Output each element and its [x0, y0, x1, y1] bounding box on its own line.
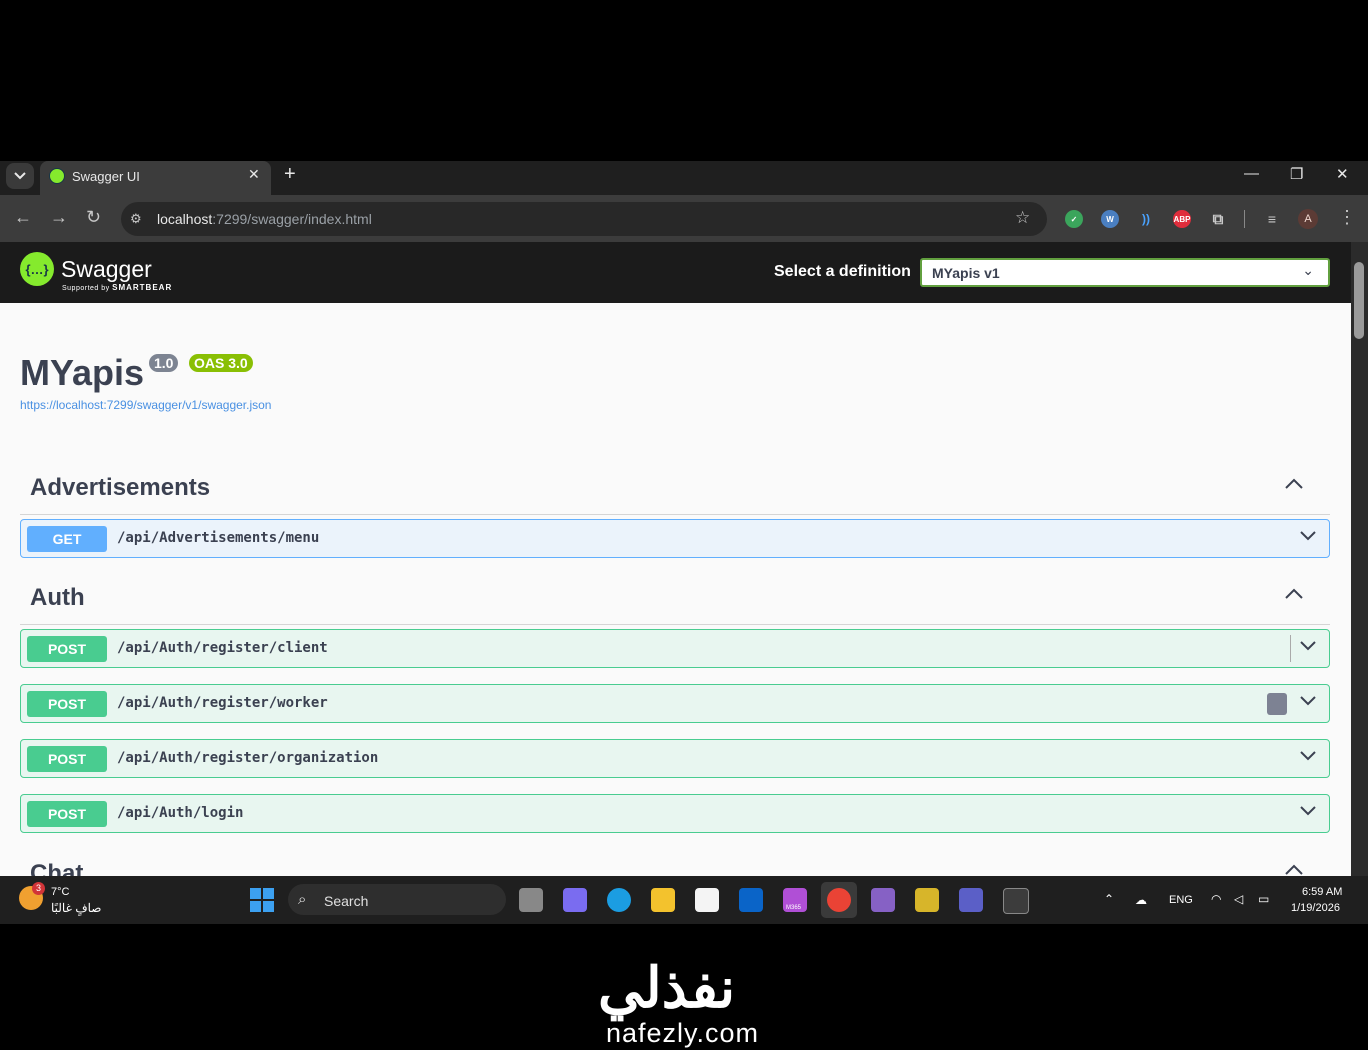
media-queue-icon[interactable]: ≡: [1263, 210, 1281, 228]
volume-icon[interactable]: ◁: [1234, 892, 1243, 906]
file-explorer-icon[interactable]: [651, 888, 675, 912]
operation-path: /api/Auth/register/organization: [117, 750, 379, 766]
swagger-page: {…} Swagger Supported by SMARTBEAR Selec…: [0, 242, 1351, 876]
weather-temperature[interactable]: 7°C: [51, 886, 69, 898]
translate-extension-icon[interactable]: W: [1101, 210, 1119, 228]
new-tab-button[interactable]: +: [284, 163, 296, 186]
window-close-icon[interactable]: ✕: [1336, 165, 1349, 183]
chevron-up-icon: [1285, 478, 1303, 489]
chevron-down-icon[interactable]: [1299, 530, 1317, 542]
version-badge: 1.0: [149, 354, 179, 372]
divider: [1290, 635, 1291, 662]
tag-title: Auth: [30, 584, 85, 611]
taskbar-search-placeholder: Search: [324, 893, 369, 909]
restore-icon[interactable]: ❐: [1290, 165, 1303, 183]
spec-url-link[interactable]: https://localhost:7299/swagger/v1/swagge…: [20, 398, 271, 412]
chevron-up-icon: [1285, 864, 1303, 875]
toolbar-separator: [1244, 210, 1245, 228]
tag-section-auth[interactable]: Auth: [20, 574, 1330, 625]
bookmark-star-icon[interactable]: ☆: [1015, 208, 1030, 228]
chevron-down-icon[interactable]: [1299, 640, 1317, 652]
operation-path: /api/Auth/login: [117, 805, 244, 821]
search-icon: ⌕: [298, 891, 307, 908]
forward-arrow-icon[interactable]: →: [50, 207, 68, 228]
method-badge: GET: [27, 526, 107, 552]
operation-post-register-organization[interactable]: POST /api/Auth/register/organization: [20, 739, 1330, 778]
watermark-arabic-logo: نفذلي: [598, 956, 736, 1019]
chevron-down-icon[interactable]: [1299, 695, 1317, 707]
reload-icon[interactable]: ↻: [86, 207, 101, 228]
shield-extension-icon[interactable]: ✓: [1065, 210, 1083, 228]
scrollbar-thumb[interactable]: [1354, 262, 1364, 339]
language-indicator[interactable]: ENG: [1169, 894, 1193, 906]
chevron-down-icon[interactable]: [1299, 750, 1317, 762]
profile-avatar[interactable]: A: [1298, 209, 1318, 229]
clock-date[interactable]: 1/19/2026: [1291, 902, 1340, 914]
battery-icon[interactable]: ▭: [1258, 892, 1269, 906]
url-text[interactable]: localhost:7299/swagger/index.html: [157, 211, 372, 227]
tab-title: Swagger UI: [72, 169, 140, 184]
chevron-up-icon: [1285, 588, 1303, 599]
back-arrow-icon[interactable]: ←: [14, 207, 32, 228]
weather-badge: 3: [32, 882, 45, 895]
tab-search-button[interactable]: [6, 163, 34, 189]
site-info-icon[interactable]: ⚙: [130, 211, 142, 227]
copilot-icon[interactable]: [563, 888, 587, 912]
tab-close-icon[interactable]: ✕: [248, 166, 260, 183]
outlook-icon[interactable]: [739, 888, 763, 912]
tag-section-advertisements[interactable]: Advertisements: [20, 464, 1330, 515]
onedrive-offline-icon[interactable]: ☁: [1135, 893, 1147, 907]
teams-icon[interactable]: [959, 888, 983, 912]
tag-title: Chat: [30, 860, 84, 876]
definition-select-value: MYapis v1: [932, 265, 1000, 281]
method-badge: POST: [27, 746, 107, 772]
swagger-topbar: {…} Swagger Supported by SMARTBEAR Selec…: [0, 242, 1351, 303]
chevron-down-icon: ⌄: [1302, 262, 1314, 278]
oas-badge: OAS 3.0: [189, 354, 253, 372]
m365-label: M365: [786, 905, 802, 911]
visual-studio-icon[interactable]: [871, 888, 895, 912]
copy-to-clipboard-icon[interactable]: [1267, 693, 1287, 715]
definition-select[interactable]: MYapis v1 ⌄: [920, 258, 1330, 287]
microsoft-store-icon[interactable]: [695, 888, 719, 912]
terminal-icon[interactable]: [1003, 888, 1029, 914]
method-badge: POST: [27, 691, 107, 717]
tag-title: Advertisements: [30, 474, 211, 501]
operation-path: /api/Advertisements/menu: [117, 530, 320, 546]
operation-post-login[interactable]: POST /api/Auth/login: [20, 794, 1330, 833]
weather-condition[interactable]: صافٍ غالبًا: [51, 901, 101, 915]
chrome-icon: [827, 888, 851, 912]
show-hidden-icons-chevron-icon[interactable]: ⌃: [1104, 892, 1114, 906]
edge-icon[interactable]: [607, 888, 631, 912]
wifi-icon[interactable]: ◠: [1211, 892, 1221, 906]
swagger-brand: Swagger: [61, 256, 152, 282]
operation-post-register-client[interactable]: POST /api/Auth/register/client: [20, 629, 1330, 668]
watermark-latin-logo: nafezly.com: [606, 1018, 760, 1048]
api-title: MYapis: [20, 352, 145, 393]
swagger-favicon-icon: [49, 168, 65, 184]
minimize-icon[interactable]: —: [1244, 165, 1259, 182]
windows-start-icon[interactable]: [250, 888, 274, 912]
taskbar-search-box[interactable]: [288, 884, 506, 915]
operation-path: /api/Auth/register/client: [117, 640, 328, 656]
tag-section-chat[interactable]: Chat: [20, 850, 1330, 876]
extensions-puzzle-icon[interactable]: ⧉: [1209, 210, 1227, 228]
operation-post-register-worker[interactable]: POST /api/Auth/register/worker: [20, 684, 1330, 723]
swagger-logo-icon[interactable]: {…}: [20, 252, 54, 286]
select-definition-label: Select a definition: [774, 263, 911, 280]
operation-path: /api/Auth/register/worker: [117, 695, 328, 711]
operation-get-advertisements-menu[interactable]: GET /api/Advertisements/menu: [20, 519, 1330, 558]
sound-extension-icon[interactable]: )): [1137, 210, 1155, 228]
clock-time[interactable]: 6:59 AM: [1302, 886, 1342, 898]
method-badge: POST: [27, 636, 107, 662]
task-view-icon[interactable]: [519, 888, 543, 912]
supported-by-text: Supported by SMARTBEAR: [62, 283, 173, 292]
method-badge: POST: [27, 801, 107, 827]
browser-menu-icon[interactable]: ⋮: [1338, 207, 1356, 228]
chevron-down-icon[interactable]: [1299, 805, 1317, 817]
snipping-tool-icon[interactable]: [915, 888, 939, 912]
chevron-down-icon: [14, 172, 26, 180]
adblock-extension-icon[interactable]: ABP: [1173, 210, 1191, 228]
windows-taskbar: [0, 876, 1368, 924]
